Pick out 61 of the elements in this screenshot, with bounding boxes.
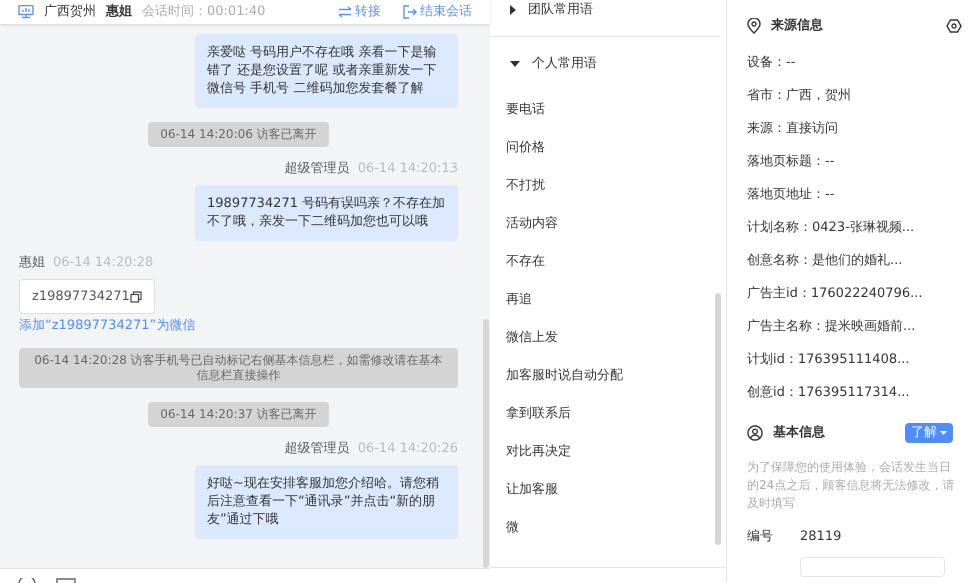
- message-time: 06-14 14:20:13: [358, 161, 458, 177]
- system-notice: 06-14 14:20:28 访客手机号已自动标记右侧基本信息栏，如需修改请在基本信息栏直接操作: [19, 348, 458, 388]
- message-bubble: 亲爱哒 号码用户不存在哦 亲看一下是输错了 还是您设置了呢 或者亲重新发一下微信号 手机号 二维码加您发套餐了解: [195, 34, 458, 108]
- phrase-item[interactable]: 加客服时说自动分配: [490, 357, 726, 395]
- system-notice: 06-14 14:20:37 访客已离开: [148, 402, 329, 427]
- sender-name: 超级管理员: [284, 161, 350, 177]
- phrase-item[interactable]: 要电话: [490, 91, 726, 129]
- info-row-text: 设备：--: [747, 54, 796, 72]
- exit-icon: [403, 5, 417, 19]
- emoji-icon[interactable]: [18, 578, 36, 583]
- info-row-text: 创意id：176395117314...: [747, 384, 911, 402]
- sender-name: 超级管理员: [284, 441, 350, 457]
- phrase-group-header[interactable]: 个人常用语: [490, 54, 597, 74]
- swap-icon: [338, 6, 352, 18]
- caret-down-icon: [510, 61, 520, 67]
- session-duration: 会话时间：00:01:40: [142, 5, 266, 19]
- monitor-icon: [18, 5, 34, 19]
- message-time: 06-14 14:20:28: [53, 255, 154, 271]
- info-row-text: 计划id：176395111408...: [747, 351, 911, 369]
- caret-down-icon: [940, 431, 947, 435]
- info-row-text: 落地页地址：--: [747, 186, 836, 204]
- caret-right-icon: [510, 5, 516, 15]
- phrase-group-header[interactable]: 团队常用语: [490, 0, 593, 20]
- section-title: 来源信息: [771, 17, 823, 36]
- input-field[interactable]: [800, 556, 945, 576]
- scrollbar[interactable]: [483, 319, 489, 568]
- info-note: 为了保障您的使用体验，会话发生当日的24点之后，顾客信息将无法修改，请及时填写: [747, 459, 956, 512]
- info-row-text: 来源：直接访问: [747, 120, 839, 138]
- folder-icon[interactable]: [56, 578, 76, 583]
- phrase-item[interactable]: 让加客服: [490, 471, 726, 509]
- settings-icon[interactable]: [946, 19, 962, 33]
- info-row-text: 计划名称：0423-张琳视频...: [747, 219, 916, 237]
- location-pin-icon: [747, 18, 761, 34]
- message-bubble: 19897734271 号码有误吗亲？不存在加不了哦，亲发一下二维码加您也可以哦: [195, 185, 458, 241]
- info-row-text: 广告主id：176022240796...: [747, 285, 924, 303]
- phrase-item[interactable]: 对比再决定: [490, 433, 726, 471]
- scrollbar[interactable]: [715, 293, 721, 545]
- info-row-text: 创意名称：是他们的婚礼...: [747, 252, 904, 270]
- message-time: 06-14 14:20:26: [358, 441, 458, 457]
- phrase-item[interactable]: 问价格: [490, 129, 726, 167]
- phrase-item[interactable]: 微信上发: [490, 319, 726, 357]
- contact-id: z19897734271: [32, 288, 130, 306]
- field-value: 28119: [800, 528, 842, 546]
- copy-icon[interactable]: [130, 290, 142, 302]
- phrase-item[interactable]: 拿到联系后: [490, 395, 726, 433]
- phrase-item[interactable]: 活动内容: [490, 205, 726, 243]
- field-label: 编号: [747, 528, 774, 546]
- phrase-item[interactable]: 不存在: [490, 243, 726, 281]
- phrase-item[interactable]: 微: [490, 509, 726, 547]
- visitor-region: 广西贺州: [44, 5, 96, 19]
- info-row-text: 省市：广西，贺州: [747, 87, 852, 105]
- user-circle-icon: [747, 425, 763, 441]
- phrase-item[interactable]: 不打扰: [490, 167, 726, 205]
- info-row-text: 广告主名称：提米映画婚前...: [747, 318, 916, 336]
- visitor-name: 惠姐: [106, 5, 132, 19]
- sender-name: 惠姐: [19, 255, 45, 271]
- phrase-item[interactable]: 再追: [490, 281, 726, 319]
- section-title: 基本信息: [773, 424, 825, 442]
- system-notice: 06-14 14:20:06 访客已离开: [148, 122, 329, 147]
- info-row-text: 落地页标题：--: [747, 153, 836, 171]
- message-bubble: 好哒~现在安排客服加您介绍哈。请您稍后注意查看一下“通讯录”并点击“新的朋友”通过下哦: [195, 465, 458, 539]
